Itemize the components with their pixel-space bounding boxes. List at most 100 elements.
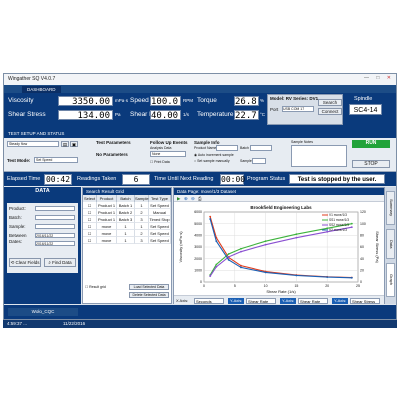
print-icon[interactable]: ⎙ [198,196,202,201]
port-select[interactable]: USB COM 17 [282,106,314,112]
side-tab-summary[interactable]: Summary [386,191,395,225]
y-tick-label: 2000 [194,257,202,261]
table-cell: Set Speed [149,230,171,237]
y2-axis-title: Shear Stress (Pa) [375,231,380,263]
date-from[interactable]: 2016/11/22 [35,233,75,238]
maximize-icon[interactable]: □ [376,75,382,81]
analysis-select[interactable]: None [150,151,186,157]
y1-axis-label: Y-Axis: [228,297,245,304]
batch-filter-label: Batch: [9,215,22,220]
readings-label: Readings Taken [77,176,117,182]
sample-input[interactable] [252,158,266,164]
result-grid-checkbox[interactable]: ☐ Result grid [85,285,106,289]
shear-stress-unit: Pa [115,112,121,117]
viscosity-unit: mPa·s [115,98,129,103]
chart-panel: Data Page: move/1/3 Dataset ▶ ⊕ ⊖ ⎙ Broo… [173,187,385,304]
close-icon[interactable]: ✕ [387,75,394,81]
row-select-checkbox[interactable]: ☐ [83,216,97,223]
date-to[interactable]: 2016/11/22 [35,241,75,246]
y-tick-label: 4000 [194,234,202,238]
sample-notes-input[interactable] [291,145,347,167]
col-header-product[interactable]: Product [97,195,117,202]
row-select-checkbox[interactable]: ☐ [83,202,97,209]
side-tab-graph[interactable]: Graph [386,263,395,297]
product-select[interactable] [35,206,75,211]
shear-stress-label: Shear Stress [8,111,46,118]
elapsed-value: 00:42 [44,173,72,185]
product-label: Product: [9,206,26,211]
row-select-checkbox[interactable]: ☐ [83,209,97,216]
data-point [227,258,230,261]
y3-axis-select[interactable]: Shear Stress [350,297,380,304]
print-data-checkbox[interactable]: ☐ Print Data [150,160,170,164]
find-data-button[interactable]: ⌕ Find Data [44,258,76,267]
table-cell: move [97,237,117,244]
run-button[interactable]: RUN [352,140,390,148]
set-sample-radio[interactable]: ○ Set sample manually [194,159,230,163]
col-header-select[interactable]: Select [83,195,97,202]
table-cell: Manual [149,209,171,216]
y2-axis-select[interactable]: Shear Rate [298,297,328,304]
model-label: Model: RV Series: DV1 [270,96,319,101]
delete-selected-button[interactable]: Delete Selected Data [129,292,169,298]
chart-toolbar: ▶ ⊕ ⊖ ⎙ [174,195,384,202]
batch-input[interactable] [250,145,272,151]
y1-axis-select[interactable]: Shear Rate [246,297,276,304]
clear-fields-button[interactable]: ⟲ Clear Fields [9,258,41,267]
search-form: Product: Batch: Sample: Between Dates: 2… [7,203,78,273]
table-cell: 1 [117,223,135,230]
row-select-checkbox[interactable]: ☐ [83,237,97,244]
y3-axis-label: Y-Axis: [332,297,349,304]
side-tab-data[interactable]: Data [386,229,395,259]
product-name-input[interactable] [216,145,238,151]
auto-increment-radio[interactable]: ◉ Auto increment sample [194,153,234,157]
port-label: Port [270,107,279,112]
data-point [240,266,242,269]
col-header-batch[interactable]: Batch [117,195,135,202]
y2-axis-label: Y-Axis: [280,297,297,304]
table-cell: move [97,223,117,230]
legend-label: V1 move/1/3 [329,213,347,217]
table-cell: 1 [135,202,149,209]
col-header-sample[interactable]: Sample [135,195,149,202]
data-point [350,222,353,225]
row-select-checkbox[interactable]: ☐ [83,223,97,230]
tab-dashboard[interactable]: DASHBOARD [22,86,61,93]
window-title: Wingather SQ V4.0.7 [8,76,56,82]
legend-label: SS1 move/1/3 [329,218,349,222]
minimize-icon[interactable]: — [364,75,372,81]
search-result-grid: Search Result Grid Select Product Batch … [82,187,172,304]
save-icon[interactable]: ▣ [70,141,78,147]
readings-value: 6 [122,173,150,185]
x-tick-label: 5 [234,284,236,288]
spindle-value[interactable]: SC4-14 [349,104,382,115]
test-select[interactable]: Steady flow [7,141,59,147]
data-point [240,264,242,267]
col-header-test-type[interactable]: Test Type [149,195,171,202]
connect-button[interactable]: Connect [318,108,342,115]
app-window: Wingather SQ V4.0.7 — □ ✕ DASHBOARD Visc… [3,73,397,320]
y-axis-title: Viscosity (mPa·s) [178,231,183,263]
x-tick-label: 20 [325,284,329,288]
table-cell: Set Speed [149,202,171,209]
batch-select[interactable] [35,215,75,220]
analysis-label: Analysis Data [150,146,172,150]
sample-select[interactable] [35,224,75,229]
search-button[interactable]: Search [318,99,342,106]
x-tick-label: 10 [264,284,268,288]
load-selected-button[interactable]: Load Selected Data [129,284,169,290]
print-data-label: Print Data [154,160,170,164]
stop-button[interactable]: STOP [352,160,390,168]
find-data-label: Find Data [52,260,72,265]
shear-stress-value: 134.00 [58,110,113,121]
table-cell: 2 [135,230,149,237]
test-mode-select[interactable]: Set Speed [34,157,78,163]
data-point [227,256,230,258]
x-axis-select[interactable]: Seconds [194,297,224,304]
sample-label: Sample [240,159,252,163]
y2-tick-label: 80 [360,234,364,238]
spindle-label: Spindle [354,96,373,102]
bottom-bar: 4:59:37 ... 11/22/2016 [3,320,397,328]
row-select-checkbox[interactable]: ☐ [83,230,97,237]
open-icon[interactable]: ▤ [61,141,69,147]
